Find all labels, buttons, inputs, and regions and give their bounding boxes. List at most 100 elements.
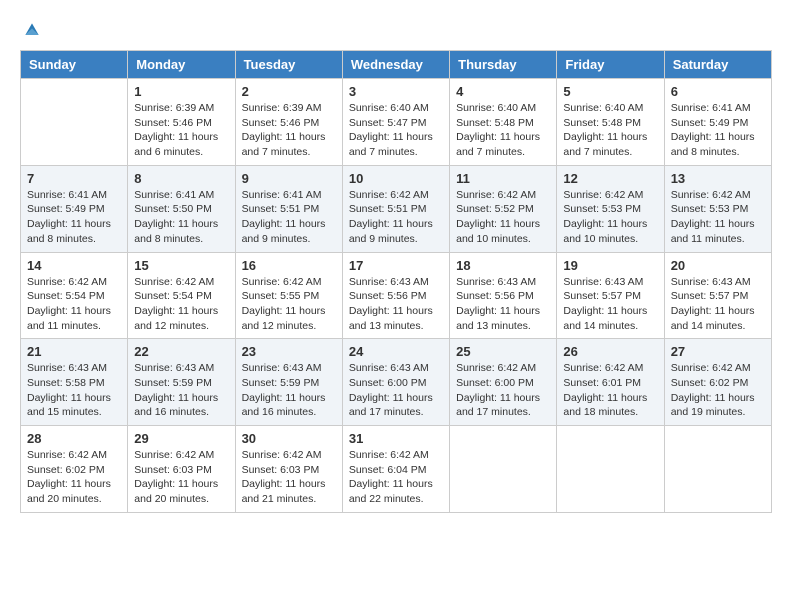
header-wednesday: Wednesday [342, 51, 449, 79]
day-info: Sunrise: 6:41 AMSunset: 5:49 PMDaylight:… [27, 188, 121, 247]
day-info: Sunrise: 6:42 AMSunset: 5:52 PMDaylight:… [456, 188, 550, 247]
header-monday: Monday [128, 51, 235, 79]
calendar-cell: 23Sunrise: 6:43 AMSunset: 5:59 PMDayligh… [235, 339, 342, 426]
week-row-2: 7 Sunrise: 6:41 AMSunset: 5:49 PMDaylight… [21, 165, 772, 252]
calendar-cell: 24 Sunrise: 6:43 AMSunset: 6:00 PMDayligh… [342, 339, 449, 426]
calendar-cell: 7 Sunrise: 6:41 AMSunset: 5:49 PMDaylight… [21, 165, 128, 252]
day-info: Sunrise: 6:42 AMSunset: 5:54 PMDaylight:… [27, 275, 121, 334]
day-info: Sunrise: 6:43 AMSunset: 5:58 PMDaylight:… [27, 361, 121, 420]
calendar-cell: 25 Sunrise: 6:42 AMSunset: 6:00 PMDayligh… [450, 339, 557, 426]
calendar-cell: 21 Sunrise: 6:43 AMSunset: 5:58 PMDayligh… [21, 339, 128, 426]
day-info: Sunrise: 6:42 AMSunset: 6:04 PMDaylight:… [349, 448, 443, 507]
calendar-cell: 20Sunrise: 6:43 AMSunset: 5:57 PMDayligh… [664, 252, 771, 339]
day-number: 14 [27, 258, 121, 273]
calendar-cell: 28 Sunrise: 6:42 AMSunset: 6:02 PMDayligh… [21, 426, 128, 513]
logo-icon [22, 20, 42, 40]
calendar-cell: 29Sunrise: 6:42 AMSunset: 6:03 PMDayligh… [128, 426, 235, 513]
day-info: Sunrise: 6:43 AMSunset: 5:57 PMDaylight:… [563, 275, 657, 334]
day-number: 19 [563, 258, 657, 273]
calendar-cell [557, 426, 664, 513]
day-info: Sunrise: 6:42 AMSunset: 6:01 PMDaylight:… [563, 361, 657, 420]
header-saturday: Saturday [664, 51, 771, 79]
day-number: 8 [134, 171, 228, 186]
calendar-cell: 5Sunrise: 6:40 AMSunset: 5:48 PMDaylight… [557, 79, 664, 166]
calendar-table: SundayMondayTuesdayWednesdayThursdayFrid… [20, 50, 772, 513]
day-number: 13 [671, 171, 765, 186]
day-info: Sunrise: 6:42 AMSunset: 5:53 PMDaylight:… [671, 188, 765, 247]
header-thursday: Thursday [450, 51, 557, 79]
calendar-cell: 4Sunrise: 6:40 AMSunset: 5:48 PMDaylight… [450, 79, 557, 166]
day-number: 26 [563, 344, 657, 359]
day-info: Sunrise: 6:42 AMSunset: 5:55 PMDaylight:… [242, 275, 336, 334]
calendar-cell: 2Sunrise: 6:39 AMSunset: 5:46 PMDaylight… [235, 79, 342, 166]
day-number: 24 [349, 344, 443, 359]
day-info: Sunrise: 6:40 AMSunset: 5:48 PMDaylight:… [563, 101, 657, 160]
day-info: Sunrise: 6:42 AMSunset: 5:51 PMDaylight:… [349, 188, 443, 247]
logo [20, 20, 42, 40]
day-number: 17 [349, 258, 443, 273]
calendar-cell [664, 426, 771, 513]
header-row: SundayMondayTuesdayWednesdayThursdayFrid… [21, 51, 772, 79]
calendar-cell: 26 Sunrise: 6:42 AMSunset: 6:01 PMDayligh… [557, 339, 664, 426]
day-number: 22 [134, 344, 228, 359]
day-info: Sunrise: 6:42 AMSunset: 6:00 PMDaylight:… [456, 361, 550, 420]
calendar-cell: 27Sunrise: 6:42 AMSunset: 6:02 PMDayligh… [664, 339, 771, 426]
week-row-4: 21 Sunrise: 6:43 AMSunset: 5:58 PMDayligh… [21, 339, 772, 426]
day-info: Sunrise: 6:43 AMSunset: 5:59 PMDaylight:… [134, 361, 228, 420]
header-tuesday: Tuesday [235, 51, 342, 79]
day-number: 9 [242, 171, 336, 186]
calendar-header: SundayMondayTuesdayWednesdayThursdayFrid… [21, 51, 772, 79]
day-number: 21 [27, 344, 121, 359]
calendar-cell: 31 Sunrise: 6:42 AMSunset: 6:04 PMDayligh… [342, 426, 449, 513]
day-number: 29 [134, 431, 228, 446]
day-number: 11 [456, 171, 550, 186]
day-number: 6 [671, 84, 765, 99]
day-number: 28 [27, 431, 121, 446]
calendar-cell: 22 Sunrise: 6:43 AMSunset: 5:59 PMDayligh… [128, 339, 235, 426]
day-number: 3 [349, 84, 443, 99]
calendar-cell: 17 Sunrise: 6:43 AMSunset: 5:56 PMDayligh… [342, 252, 449, 339]
day-number: 30 [242, 431, 336, 446]
calendar-cell: 9Sunrise: 6:41 AMSunset: 5:51 PMDaylight… [235, 165, 342, 252]
calendar-cell: 1 Sunrise: 6:39 AMSunset: 5:46 PMDaylight… [128, 79, 235, 166]
day-number: 4 [456, 84, 550, 99]
calendar-cell: 3 Sunrise: 6:40 AMSunset: 5:47 PMDaylight… [342, 79, 449, 166]
day-info: Sunrise: 6:42 AMSunset: 6:03 PMDaylight:… [242, 448, 336, 507]
calendar-cell [450, 426, 557, 513]
day-info: Sunrise: 6:42 AMSunset: 5:54 PMDaylight:… [134, 275, 228, 334]
day-info: Sunrise: 6:42 AMSunset: 5:53 PMDaylight:… [563, 188, 657, 247]
day-info: Sunrise: 6:42 AMSunset: 6:02 PMDaylight:… [671, 361, 765, 420]
day-info: Sunrise: 6:42 AMSunset: 6:02 PMDaylight:… [27, 448, 121, 507]
day-number: 23 [242, 344, 336, 359]
day-info: Sunrise: 6:39 AMSunset: 5:46 PMDaylight:… [134, 101, 228, 160]
day-number: 2 [242, 84, 336, 99]
day-number: 15 [134, 258, 228, 273]
day-number: 18 [456, 258, 550, 273]
calendar-cell: 13 Sunrise: 6:42 AMSunset: 5:53 PMDayligh… [664, 165, 771, 252]
week-row-1: 1 Sunrise: 6:39 AMSunset: 5:46 PMDaylight… [21, 79, 772, 166]
calendar-cell: 14 Sunrise: 6:42 AMSunset: 5:54 PMDayligh… [21, 252, 128, 339]
day-number: 12 [563, 171, 657, 186]
week-row-5: 28 Sunrise: 6:42 AMSunset: 6:02 PMDayligh… [21, 426, 772, 513]
day-number: 1 [134, 84, 228, 99]
day-number: 25 [456, 344, 550, 359]
calendar-cell [21, 79, 128, 166]
calendar-cell: 15 Sunrise: 6:42 AMSunset: 5:54 PMDayligh… [128, 252, 235, 339]
calendar-cell: 11 Sunrise: 6:42 AMSunset: 5:52 PMDayligh… [450, 165, 557, 252]
header-friday: Friday [557, 51, 664, 79]
page-header [20, 20, 772, 40]
day-number: 16 [242, 258, 336, 273]
day-info: Sunrise: 6:41 AMSunset: 5:49 PMDaylight:… [671, 101, 765, 160]
day-info: Sunrise: 6:43 AMSunset: 6:00 PMDaylight:… [349, 361, 443, 420]
header-sunday: Sunday [21, 51, 128, 79]
calendar-cell: 6 Sunrise: 6:41 AMSunset: 5:49 PMDaylight… [664, 79, 771, 166]
day-info: Sunrise: 6:43 AMSunset: 5:56 PMDaylight:… [349, 275, 443, 334]
day-number: 10 [349, 171, 443, 186]
day-info: Sunrise: 6:40 AMSunset: 5:47 PMDaylight:… [349, 101, 443, 160]
calendar-body: 1 Sunrise: 6:39 AMSunset: 5:46 PMDaylight… [21, 79, 772, 513]
day-number: 31 [349, 431, 443, 446]
calendar-cell: 30 Sunrise: 6:42 AMSunset: 6:03 PMDayligh… [235, 426, 342, 513]
day-info: Sunrise: 6:43 AMSunset: 5:56 PMDaylight:… [456, 275, 550, 334]
calendar-cell: 16 Sunrise: 6:42 AMSunset: 5:55 PMDayligh… [235, 252, 342, 339]
day-number: 7 [27, 171, 121, 186]
